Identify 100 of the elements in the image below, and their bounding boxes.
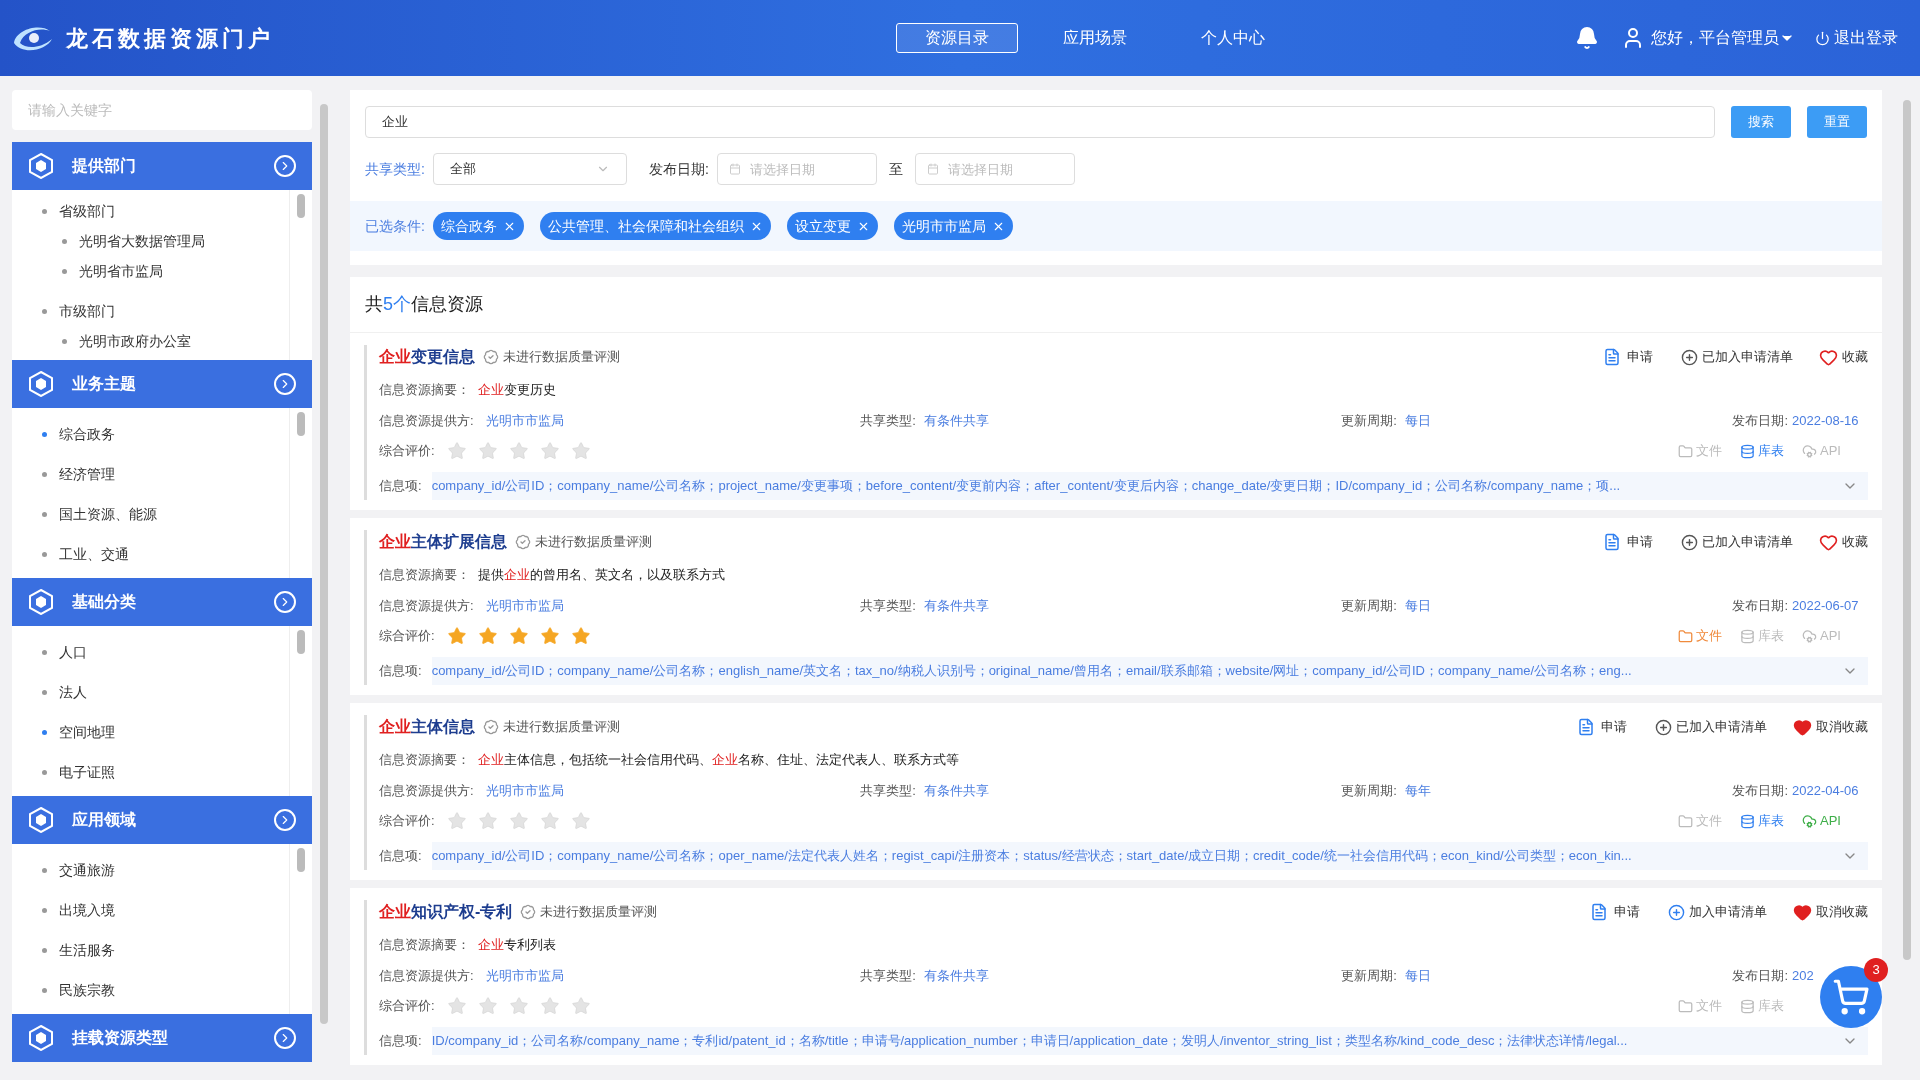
field-label: 信息资源摘要： [379, 751, 470, 769]
nav-tab[interactable]: 应用场景 [1034, 23, 1156, 53]
info-items-bar[interactable]: 信息项: ID/company_id；公司名称/company_name；专利id/patent_id；名称/title；申请号/application_number；申请日/application_date；发明人/inventor_string_list；类型名称/kind_code_desc；法律状态详情/legal... [379, 1027, 1868, 1055]
info-items-text: company_id/公司ID；company_name/公司名称；english_name/英文名；tax_no/纳税人识别号；original_name/曾用名；email/联系邮箱；website/网址；company_id/公司ID；company_name/公司名称；eng... [431, 662, 1633, 681]
filter-label: 已选条件: [365, 216, 425, 236]
share-type: 有条件共享 [923, 596, 989, 615]
user-menu[interactable]: 您好，平台管理员 [1651, 26, 1795, 50]
sidebar-item[interactable]: 民族宗教 [59, 979, 115, 1001]
update-cycle: 每年 [1404, 781, 1431, 800]
field-label: 信息资源摘要： [379, 936, 470, 954]
field-label: 共享类型: [860, 781, 916, 800]
info-items-bar[interactable]: 信息项: company_id/公司ID；company_name/公司名称；oper_name/法定代表人姓名；regist_capi/注册资本；status/经营状态；start_date/成立日期；credit_code/统一社会信用代码；econ_kind/公司类型；econ_kin... [379, 842, 1868, 870]
favorite-button[interactable]: 取消收藏 [1793, 717, 1868, 737]
info-items-bar[interactable]: 信息项: company_id/公司ID；company_name/公司名称；english_name/英文名；tax_no/纳税人识别号；original_name/曾用名；email/联系邮箱；website/网址；company_id/公司ID；company_name/公司名称；eng... [379, 657, 1868, 685]
share-type: 有条件共享 [923, 781, 989, 800]
section-header[interactable]: 基础分类 [12, 578, 312, 626]
field-label: 发布日期: [1732, 966, 1788, 985]
update-cycle: 每日 [1404, 411, 1431, 430]
favorite-button[interactable]: 收藏 [1819, 347, 1868, 367]
condition-tag[interactable]: 设立变更 [786, 212, 878, 240]
field-label: 综合评价: [379, 997, 435, 1016]
sidebar-item[interactable]: 省级部门 [59, 200, 115, 222]
field-label: 共享类型: [860, 596, 916, 615]
sidebar-item[interactable]: 国土资源、能源 [59, 503, 157, 525]
apply-button[interactable]: 申请 [1577, 717, 1627, 737]
keyword-search-field[interactable]: 请输入关键字 [12, 90, 312, 130]
publish-date: 2022-04-06 [1792, 781, 1860, 800]
summary-text: 企业主体信息，包括统一社会信用代码、企业名称、住址、法定代表人、联系方式等 [478, 751, 959, 769]
resource-title[interactable]: 企业主体扩展信息 [379, 530, 507, 554]
provider-link[interactable]: 光明市市监局 [485, 965, 564, 985]
resource-title[interactable]: 企业知识产权-专利 [379, 900, 513, 924]
summary-text: 企业专利列表 [478, 936, 556, 954]
field-label: 共享类型: [860, 411, 916, 430]
publish-date: 2022-08-16 [1792, 411, 1860, 430]
add-to-list-button[interactable]: 已加入申请清单 [1681, 347, 1793, 367]
sidebar-item[interactable]: 光明市政府办公室 [79, 330, 191, 352]
summary-text: 企业变更历史 [478, 381, 556, 399]
field-label: 信息资源提供方: [379, 966, 474, 985]
sidebar-item[interactable]: 交通旅游 [59, 859, 115, 881]
sidebar-item[interactable]: 人口 [59, 641, 87, 663]
result-count: 共5个信息资源 [365, 293, 483, 316]
section-header[interactable]: 挂载资源类型 [12, 1014, 312, 1062]
field-label: 更新周期: [1341, 596, 1397, 615]
apply-button[interactable]: 申请 [1590, 902, 1640, 922]
field-label: 综合评价: [379, 812, 435, 831]
condition-tag[interactable]: 综合政务 [432, 212, 524, 240]
sidebar-item[interactable]: 空间地理 [59, 721, 115, 743]
logout-button[interactable]: 退出登录 [1815, 26, 1898, 50]
add-to-list-button[interactable]: 加入申请清单 [1668, 902, 1767, 922]
section-title: 挂载资源类型 [72, 1028, 169, 1048]
condition-tag[interactable]: 公共管理、社会保障和社会组织 [539, 212, 771, 240]
nav-tab[interactable]: 资源目录 [896, 23, 1018, 53]
apply-button[interactable]: 申请 [1603, 347, 1653, 367]
sidebar-item[interactable]: 法人 [59, 681, 87, 703]
section-title: 业务主题 [72, 374, 137, 394]
sidebar-item[interactable]: 光明省市监局 [79, 260, 163, 282]
info-items-bar[interactable]: 信息项: company_id/公司ID；company_name/公司名称；project_name/变更事项；before_content/变更前内容；after_content/变更后内容；change_date/变更日期；ID/company_id；公司名称/company_name；项... [379, 472, 1868, 500]
add-to-list-button[interactable]: 已加入申请清单 [1655, 717, 1767, 737]
sidebar-item[interactable]: 电子证照 [59, 761, 115, 783]
database-format[interactable]: 库表 [1740, 441, 1784, 461]
add-to-list-button[interactable]: 已加入申请清单 [1681, 532, 1793, 552]
provider-link[interactable]: 光明市市监局 [485, 595, 564, 615]
field-label: 综合评价: [379, 442, 435, 461]
condition-tag[interactable]: 光明市市监局 [893, 212, 1013, 240]
sidebar-item[interactable]: 出境入境 [59, 899, 115, 921]
sidebar-item[interactable]: 综合政务 [59, 423, 115, 445]
resource-title[interactable]: 企业变更信息 [379, 345, 475, 369]
sidebar-item[interactable]: 经济管理 [59, 463, 115, 485]
filter-label: 发布日期: [648, 159, 709, 179]
field-label: 信息资源提供方: [379, 596, 474, 615]
resource-title[interactable]: 企业主体信息 [379, 715, 475, 739]
search-field[interactable]: 企业 [365, 106, 1715, 138]
apply-button[interactable]: 申请 [1603, 532, 1653, 552]
field-label: 发布日期: [1732, 781, 1788, 800]
field-label: 更新周期: [1341, 411, 1397, 430]
field-label: 发布日期: [1732, 411, 1788, 430]
database-format[interactable]: 库表 [1740, 811, 1784, 831]
sidebar-item[interactable]: 市级部门 [59, 300, 115, 322]
publish-date: 2022-06-07 [1792, 596, 1860, 615]
favorite-button[interactable]: 收藏 [1819, 532, 1868, 552]
nav-tab[interactable]: 个人中心 [1172, 23, 1294, 53]
field-label: 综合评价: [379, 627, 435, 646]
start-date-field[interactable]: 请选择日期 [716, 153, 877, 185]
sidebar-item[interactable]: 生活服务 [59, 939, 115, 961]
provider-link[interactable]: 光明市市监局 [485, 780, 564, 800]
share-type-dropdown[interactable]: 全部 [432, 153, 627, 185]
update-cycle: 每日 [1404, 966, 1431, 985]
provider-link[interactable]: 光明市市监局 [485, 410, 564, 430]
field-label: 共享类型: [860, 966, 916, 985]
field-label: 更新周期: [1341, 966, 1397, 985]
end-date-field[interactable]: 请选择日期 [914, 153, 1075, 185]
field-label: 发布日期: [1732, 596, 1788, 615]
publish-date: 202 [1792, 966, 1815, 985]
section-header[interactable]: 业务主题 [12, 360, 312, 408]
cart-count-badge: 3 [1864, 958, 1888, 982]
sidebar-item[interactable]: 光明省大数据管理局 [79, 230, 205, 252]
favorite-button[interactable]: 取消收藏 [1793, 902, 1868, 922]
sidebar-item[interactable]: 工业、交通 [59, 543, 129, 565]
section-header[interactable]: 提供部门 [12, 142, 312, 190]
section-header[interactable]: 应用领域 [12, 796, 312, 844]
